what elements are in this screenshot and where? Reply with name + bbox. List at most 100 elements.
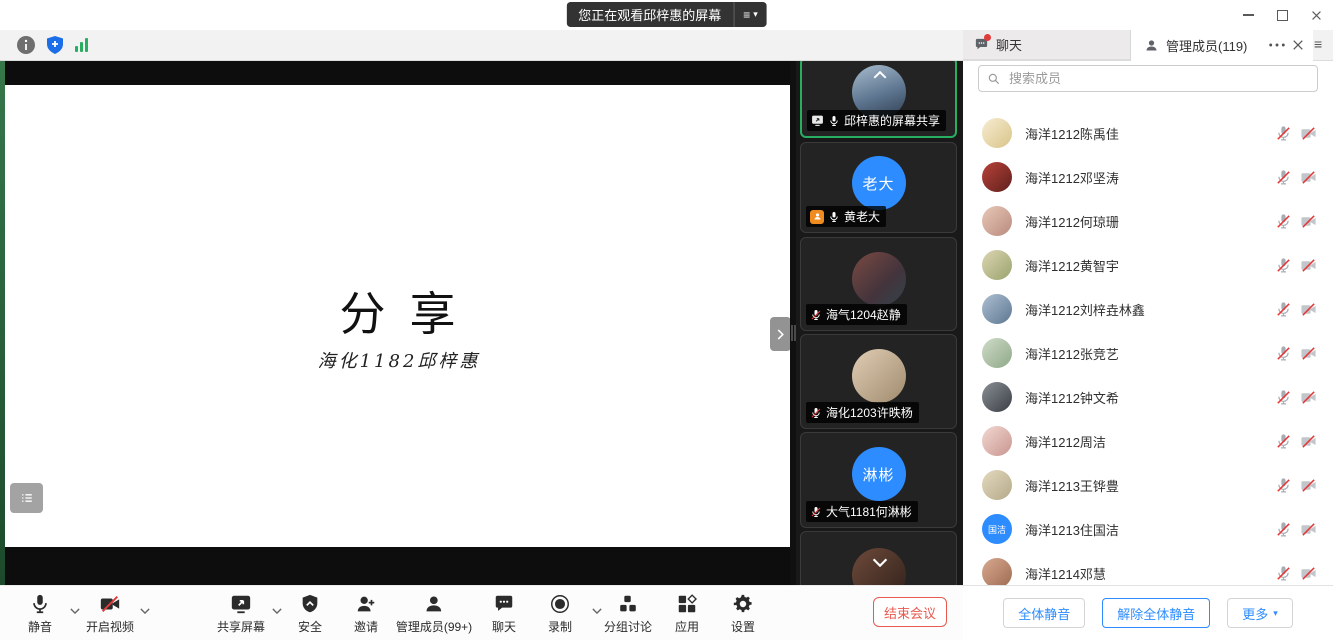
manage-members-button[interactable]: 管理成员(99+) [396, 593, 472, 635]
chat-button[interactable]: 聊天 [492, 593, 516, 635]
thumbnail-participant[interactable]: 海气1204赵静 [800, 237, 957, 331]
apps-button[interactable]: 应用 [675, 593, 699, 635]
chat-icon [493, 593, 515, 615]
member-name: 海洋1212黄智宇 [1025, 256, 1119, 275]
minimize-button[interactable] [1231, 0, 1265, 30]
security-button[interactable]: 安全 [298, 593, 322, 635]
end-meeting-button[interactable]: 结束会议 [873, 597, 947, 627]
avatar [982, 426, 1012, 456]
settings-button[interactable]: 设置 [731, 593, 755, 635]
panel-close-button[interactable] [1292, 39, 1304, 51]
search-input[interactable] [1007, 70, 1309, 87]
panel-menu-button[interactable]: ≡ [1314, 37, 1322, 51]
share-options-caret[interactable] [272, 608, 282, 614]
member-row[interactable]: 海洋1212何琼珊 [963, 199, 1333, 243]
mic-muted-icon[interactable] [1275, 345, 1292, 362]
breakout-rooms-button[interactable]: 分组讨论 [604, 593, 652, 635]
camera-muted-icon[interactable] [1300, 213, 1317, 230]
mic-muted-icon[interactable] [1275, 301, 1292, 318]
member-row[interactable]: 海洋1212黄智宇 [963, 243, 1333, 287]
apps-icon [676, 593, 698, 615]
minimize-icon [1243, 14, 1254, 16]
tab-members-label: 管理成员(119) [1166, 36, 1247, 55]
scroll-up-button[interactable] [873, 71, 887, 79]
mic-muted-icon[interactable] [1275, 433, 1292, 450]
members-panel-footer: 全体静音 解除全体静音 更多▾ [963, 585, 1333, 640]
member-row[interactable]: 海洋1214邓慧 [963, 551, 1333, 585]
collapse-thumbnails-handle[interactable] [770, 317, 791, 351]
participant-name: 大气1181何淋彬 [826, 503, 912, 520]
avatar [982, 206, 1012, 236]
start-video-button[interactable]: 开启视频 [86, 593, 134, 635]
camera-muted-icon[interactable] [1300, 345, 1317, 362]
breakout-icon [617, 593, 639, 615]
members-panel: 海洋1212陈禹佳 海洋1212邓坚涛 海洋1212何琼珊 海洋1212黄智宇 … [963, 61, 1333, 585]
member-row[interactable]: 海洋1212刘梓垚林鑫 [963, 287, 1333, 331]
close-icon [1292, 39, 1304, 51]
info-icon [16, 35, 36, 55]
camera-muted-icon[interactable] [1300, 257, 1317, 274]
member-row[interactable]: 国洁海洋1213住国洁 [963, 507, 1333, 551]
member-name: 海洋1212钟文希 [1025, 388, 1119, 407]
thumbnail-participant[interactable]: 海化1203许昳杨 [800, 334, 957, 429]
encryption-button[interactable] [45, 35, 65, 55]
mic-muted-icon[interactable] [1275, 169, 1292, 186]
scroll-down-button[interactable] [872, 558, 888, 567]
watching-banner: 您正在观看邱梓惠的屏幕 ≡▾ [566, 2, 767, 27]
avatar [852, 252, 906, 306]
member-search[interactable] [978, 65, 1318, 92]
camera-muted-icon[interactable] [1300, 477, 1317, 494]
list-icon [19, 490, 35, 506]
mic-icon [29, 593, 51, 615]
member-row[interactable]: 海洋1212张竞艺 [963, 331, 1333, 375]
banner-options-button[interactable]: ≡▾ [733, 2, 767, 27]
mic-muted-icon[interactable] [1275, 389, 1292, 406]
invite-button[interactable]: 邀请 [354, 593, 378, 635]
video-options-caret[interactable] [140, 608, 150, 614]
person-plus-icon [355, 593, 377, 615]
mic-muted-icon[interactable] [1275, 565, 1292, 582]
member-row[interactable]: 海洋1212陈禹佳 [963, 111, 1333, 155]
shield-icon [299, 593, 321, 615]
avatar: 老大 [852, 156, 906, 210]
avatar [982, 294, 1012, 324]
ellipsis-icon [1268, 42, 1286, 48]
mic-muted-icon[interactable] [1275, 521, 1292, 538]
close-button[interactable] [1299, 0, 1333, 30]
tab-chat[interactable]: 聊天 [963, 30, 1130, 60]
maximize-button[interactable] [1265, 0, 1299, 30]
thumbnail-host[interactable]: 老大 黄老大 [800, 142, 957, 233]
camera-muted-icon[interactable] [1300, 169, 1317, 186]
mic-muted-icon[interactable] [1275, 213, 1292, 230]
panel-more-button[interactable] [1268, 42, 1286, 48]
mic-muted-icon[interactable] [1275, 125, 1292, 142]
record-button[interactable]: 录制 [548, 593, 572, 635]
mic-icon [828, 211, 840, 223]
meeting-info-button[interactable] [16, 35, 36, 55]
record-options-caret[interactable] [592, 608, 602, 614]
chevron-up-icon [140, 608, 150, 614]
avatar [982, 338, 1012, 368]
unmute-all-button[interactable]: 解除全体静音 [1102, 598, 1210, 628]
member-row[interactable]: 海洋1212周洁 [963, 419, 1333, 463]
thumbnail-participant[interactable]: 淋彬 大气1181何淋彬 [800, 432, 957, 528]
thumbnail-label: 海化1203许昳杨 [806, 402, 919, 423]
camera-muted-icon[interactable] [1300, 565, 1317, 582]
member-row[interactable]: 海洋1212钟文希 [963, 375, 1333, 419]
mic-muted-icon[interactable] [1275, 257, 1292, 274]
mic-muted-icon[interactable] [1275, 477, 1292, 494]
annotation-tools-button[interactable] [10, 483, 43, 513]
share-screen-button[interactable]: 共享屏幕 [217, 593, 265, 635]
more-button[interactable]: 更多▾ [1227, 598, 1293, 628]
camera-muted-icon[interactable] [1300, 521, 1317, 538]
member-row[interactable]: 海洋1212邓坚涛 [963, 155, 1333, 199]
mute-options-caret[interactable] [70, 608, 80, 614]
camera-muted-icon[interactable] [1300, 301, 1317, 318]
window-controls [1231, 0, 1333, 30]
camera-muted-icon[interactable] [1300, 125, 1317, 142]
camera-muted-icon[interactable] [1300, 433, 1317, 450]
camera-muted-icon[interactable] [1300, 389, 1317, 406]
mute-button[interactable]: 静音 [28, 593, 52, 635]
member-row[interactable]: 海洋1213王铧豊 [963, 463, 1333, 507]
mute-all-button[interactable]: 全体静音 [1003, 598, 1085, 628]
